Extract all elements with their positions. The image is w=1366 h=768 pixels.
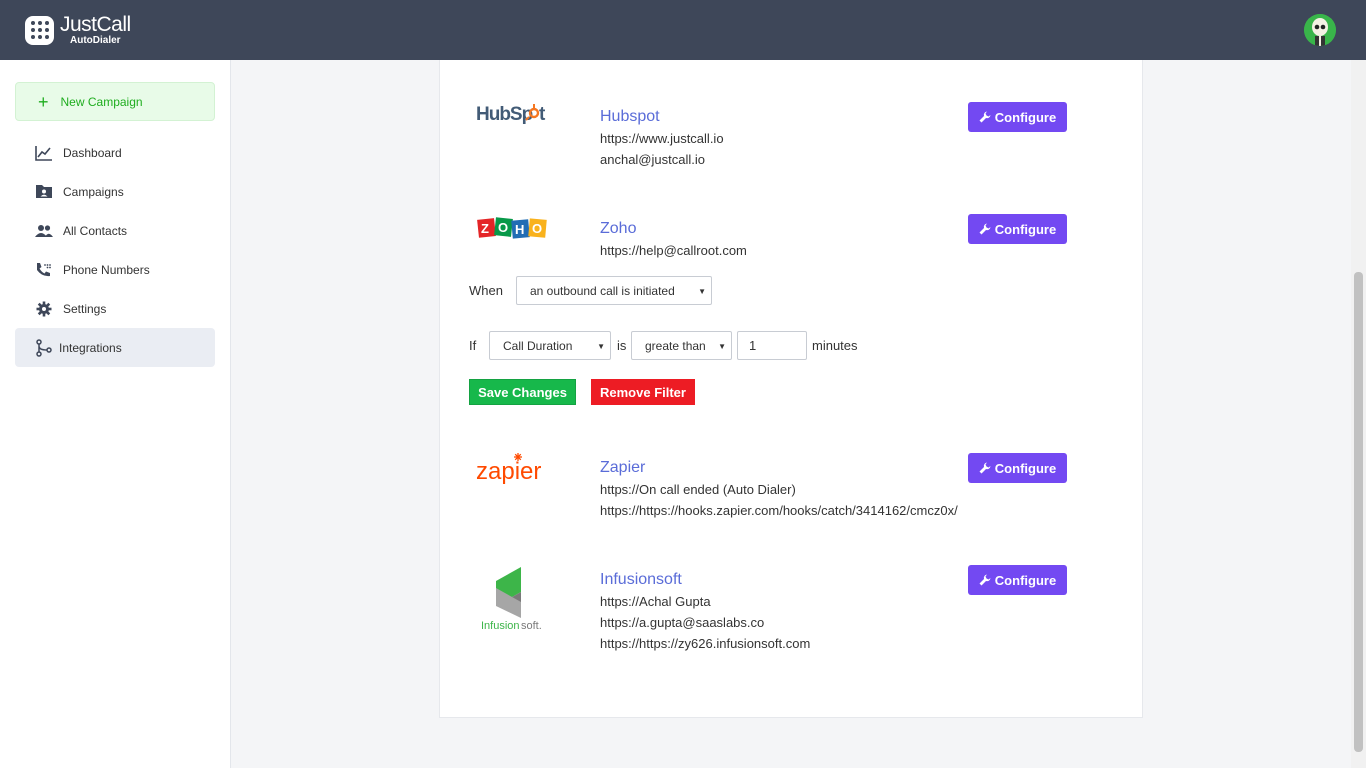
svg-text:t: t — [539, 104, 546, 125]
new-campaign-button[interactable]: + New Campaign — [15, 82, 215, 121]
save-changes-button[interactable]: Save Changes — [469, 379, 576, 405]
app-logo[interactable]: JustCall AutoDialer — [25, 14, 131, 46]
zapier-logo: zapier — [476, 452, 548, 491]
sidebar-item-label: All Contacts — [63, 223, 128, 238]
configure-label: Configure — [994, 572, 1057, 588]
trigger-select-value: an outbound call is initiated — [530, 283, 675, 298]
configure-button[interactable]: Configure — [968, 453, 1067, 483]
integration-detail: https://Achal Gupta — [600, 594, 711, 609]
configure-label: Configure — [994, 221, 1057, 237]
infusionsoft-logo: Infusion soft. — [476, 566, 548, 637]
field-select[interactable]: Call Duration ▼ — [489, 331, 611, 360]
integration-detail: anchal@justcall.io — [600, 152, 705, 167]
integration-detail: https://help@callroot.com — [600, 243, 747, 258]
sidebar-item-label: Integrations — [59, 340, 122, 355]
phone-icon — [35, 261, 53, 279]
integrations-card: HubSp t Hubspot https://www.justcall.io … — [439, 60, 1143, 718]
integration-detail: https://On call ended (Auto Dialer) — [600, 482, 796, 497]
sidebar-item-phone-numbers[interactable]: Phone Numbers — [15, 250, 215, 289]
integration-name[interactable]: Infusionsoft — [600, 571, 682, 589]
svg-text:HubSp: HubSp — [476, 104, 533, 125]
gear-icon — [35, 300, 53, 318]
svg-text:soft.: soft. — [521, 620, 542, 632]
sidebar-item-campaigns[interactable]: Campaigns — [15, 172, 215, 211]
configure-label: Configure — [994, 109, 1057, 125]
configure-button[interactable]: Configure — [968, 565, 1067, 595]
new-campaign-label: New Campaign — [60, 94, 143, 109]
sidebar-item-dashboard[interactable]: Dashboard — [15, 133, 215, 172]
sidebar-item-settings[interactable]: Settings — [15, 289, 215, 328]
unit-label: minutes — [812, 338, 858, 353]
sidebar-item-integrations[interactable]: Integrations — [15, 328, 215, 367]
svg-text:H: H — [515, 222, 524, 237]
caret-down-icon: ▼ — [718, 342, 726, 351]
zoho-logo: Z O H O — [476, 215, 548, 246]
sidebar-item-label: Campaigns — [63, 184, 124, 199]
logo-name: JustCall — [60, 13, 131, 36]
dialpad-icon — [25, 15, 54, 45]
caret-down-icon: ▼ — [698, 287, 706, 296]
configure-label: Configure — [994, 460, 1057, 476]
wrench-icon — [979, 223, 991, 235]
chart-line-icon — [35, 144, 53, 162]
top-bar: JustCall AutoDialer — [0, 0, 1366, 60]
sidebar-item-label: Dashboard — [63, 145, 122, 160]
operator-select[interactable]: greate than ▼ — [631, 331, 732, 360]
integration-name[interactable]: Zoho — [600, 220, 636, 238]
svg-text:Infusion: Infusion — [481, 620, 520, 632]
integration-name[interactable]: Zapier — [600, 459, 645, 477]
configure-button[interactable]: Configure — [968, 102, 1067, 132]
logo-subtitle: AutoDialer — [70, 35, 121, 46]
plus-icon: + — [38, 91, 49, 112]
svg-text:zapier: zapier — [476, 458, 541, 485]
operator-select-value: greate than — [645, 338, 706, 353]
field-select-value: Call Duration — [503, 338, 573, 353]
remove-filter-button[interactable]: Remove Filter — [591, 379, 695, 405]
when-label: When — [469, 283, 503, 298]
integration-icon — [35, 338, 53, 357]
if-label: If — [469, 338, 477, 353]
integration-detail: https://a.gupta@saaslabs.co — [600, 615, 765, 630]
wrench-icon — [979, 574, 991, 586]
sidebar-item-label: Settings — [63, 301, 107, 316]
integration-detail: https://https://hooks.zapier.com/hooks/c… — [600, 503, 958, 518]
svg-text:O: O — [498, 220, 508, 235]
sidebar: + New Campaign Dashboard Campaigns All C… — [0, 60, 231, 768]
integration-detail: https://www.justcall.io — [600, 131, 724, 146]
hubspot-logo: HubSp t — [476, 101, 548, 130]
wrench-icon — [979, 462, 991, 474]
sidebar-item-label: Phone Numbers — [63, 262, 150, 277]
people-icon — [35, 222, 53, 240]
scrollbar-thumb[interactable] — [1354, 272, 1363, 752]
page-scrollbar[interactable] — [1351, 60, 1366, 768]
configure-button[interactable]: Configure — [968, 214, 1067, 244]
duration-input[interactable]: 1 — [737, 331, 807, 360]
trigger-select[interactable]: an outbound call is initiated ▼ — [516, 276, 712, 305]
sidebar-item-all-contacts[interactable]: All Contacts — [15, 211, 215, 250]
svg-text:Z: Z — [481, 221, 489, 236]
contact-card-icon — [35, 183, 53, 201]
integration-name[interactable]: Hubspot — [600, 108, 660, 126]
is-label: is — [617, 338, 627, 353]
integration-detail: https://https://zy626.infusionsoft.com — [600, 636, 811, 651]
svg-text:O: O — [532, 221, 542, 236]
caret-down-icon: ▼ — [597, 342, 605, 351]
user-avatar[interactable] — [1304, 14, 1336, 46]
wrench-icon — [979, 111, 991, 123]
